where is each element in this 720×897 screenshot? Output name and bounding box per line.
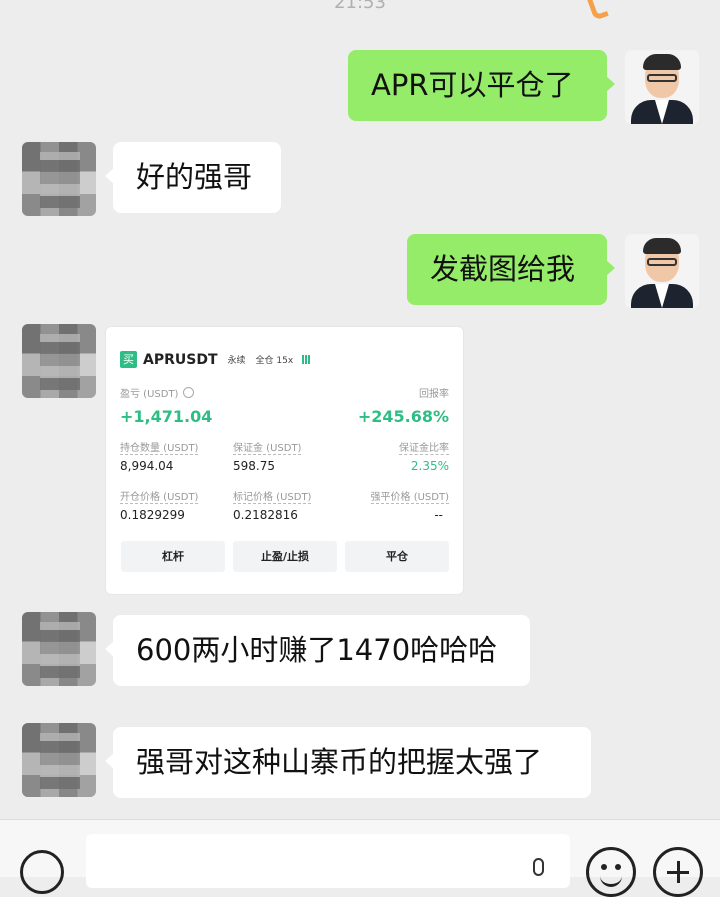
tp-sl-button: 止盈/止损 <box>233 541 337 572</box>
pnl-label: 盈亏 (USDT) <box>120 385 195 400</box>
contract-type: 永续 <box>227 356 246 366</box>
mark-price-value: 0.2182816 <box>233 508 298 522</box>
liq-price-label: 强平价格 (USDT) <box>370 492 449 504</box>
leverage-button: 杠杆 <box>121 541 225 572</box>
friend-avatar[interactable] <box>22 612 96 686</box>
message-bubble-incoming[interactable]: 强哥对这种山寨币的把握太强了 <box>105 727 591 798</box>
status-time: 21:53 <box>334 0 386 13</box>
mic-icon[interactable] <box>533 858 544 876</box>
margin-ratio-label: 保证金比率 <box>399 443 449 455</box>
friend-avatar[interactable] <box>22 723 96 797</box>
message-bubble-outgoing[interactable]: APR可以平仓了 <box>348 50 615 121</box>
friend-avatar[interactable] <box>22 324 96 398</box>
signal-bars-icon <box>302 355 312 364</box>
margin-ratio-value: 2.35% <box>410 459 449 473</box>
liq-price-value: -- <box>434 508 443 522</box>
margin-label: 保证金 (USDT) <box>233 443 302 455</box>
buy-tag: 买 <box>120 351 137 368</box>
margin-mode: 全仓 15x <box>255 356 294 366</box>
card-header: 买 APRUSDT 永续 全仓 15x <box>120 351 312 368</box>
message-bubble-incoming[interactable]: 好的强哥 <box>105 142 281 213</box>
my-avatar[interactable] <box>625 234 699 308</box>
message-bubble-incoming[interactable]: 600两小时赚了1470哈哈哈 <box>105 615 530 686</box>
mark-price-label: 标记价格 (USDT) <box>233 492 312 504</box>
message-input[interactable] <box>86 834 570 888</box>
roi-value: +245.68% <box>357 407 449 426</box>
roi-label: 回报率 <box>419 389 449 400</box>
chat-input-bar <box>0 819 720 897</box>
message-bubble-outgoing[interactable]: 发截图给我 <box>407 234 615 305</box>
pnl-value: +1,471.04 <box>120 407 213 426</box>
entry-price-value: 0.1829299 <box>120 508 185 522</box>
symbol: APRUSDT <box>143 351 218 368</box>
my-avatar[interactable] <box>625 50 699 124</box>
entry-price-label: 开仓价格 (USDT) <box>120 492 199 504</box>
position-label: 持仓数量 (USDT) <box>120 443 199 455</box>
image-message-trade-screenshot[interactable]: 买 APRUSDT 永续 全仓 15x 盈亏 (USDT) 回报率 +1,471… <box>105 326 464 595</box>
margin-value: 598.75 <box>233 459 275 473</box>
emoji-icon[interactable] <box>586 847 636 897</box>
plus-icon[interactable] <box>653 847 703 897</box>
close-position-button: 平仓 <box>345 541 449 572</box>
position-value: 8,994.04 <box>120 459 174 473</box>
share-icon <box>183 387 195 398</box>
voice-icon[interactable] <box>20 850 64 894</box>
friend-avatar[interactable] <box>22 142 96 216</box>
